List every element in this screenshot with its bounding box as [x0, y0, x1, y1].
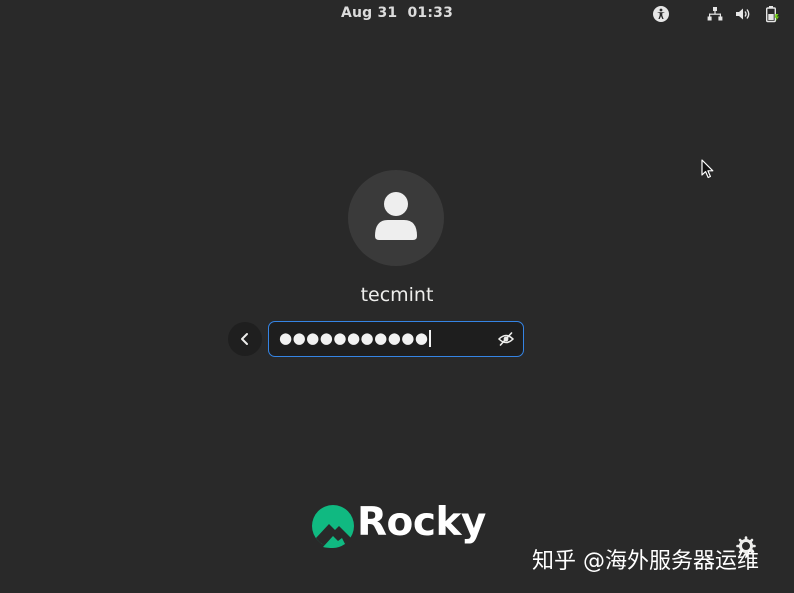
show-password-button[interactable] — [497, 330, 515, 348]
password-input[interactable]: ●●●●●●●●●●● — [268, 321, 524, 357]
user-icon — [375, 192, 417, 240]
chevron-left-icon — [241, 333, 248, 345]
text-caret — [429, 330, 431, 347]
mouse-pointer-icon — [701, 159, 715, 183]
watermark-text: 知乎 @海外服务器运维 — [532, 549, 759, 574]
clock[interactable]: Aug 31 01:33 — [0, 5, 794, 21]
login-screen: Aug 31 01:33 tecmint ●●●●●●●●●●● Rocky 知… — [0, 0, 794, 593]
rocky-logo: Rocky — [311, 500, 486, 549]
battery-icon[interactable] — [763, 5, 781, 23]
password-value: ●●●●●●●●●●● — [279, 329, 431, 347]
accessibility-icon[interactable] — [652, 5, 670, 23]
username-label: tecmint — [360, 284, 434, 306]
clock-text: Aug 31 01:33 — [340, 5, 454, 21]
user-avatar — [348, 170, 444, 266]
volume-icon[interactable] — [734, 5, 752, 23]
network-wired-icon[interactable] — [706, 5, 724, 23]
rocky-logo-mark-icon — [312, 505, 354, 548]
rocky-logo-text: Rocky — [357, 500, 486, 545]
top-bar: Aug 31 01:33 — [0, 0, 794, 28]
back-button[interactable] — [228, 322, 262, 356]
eye-hidden-icon — [497, 332, 515, 346]
